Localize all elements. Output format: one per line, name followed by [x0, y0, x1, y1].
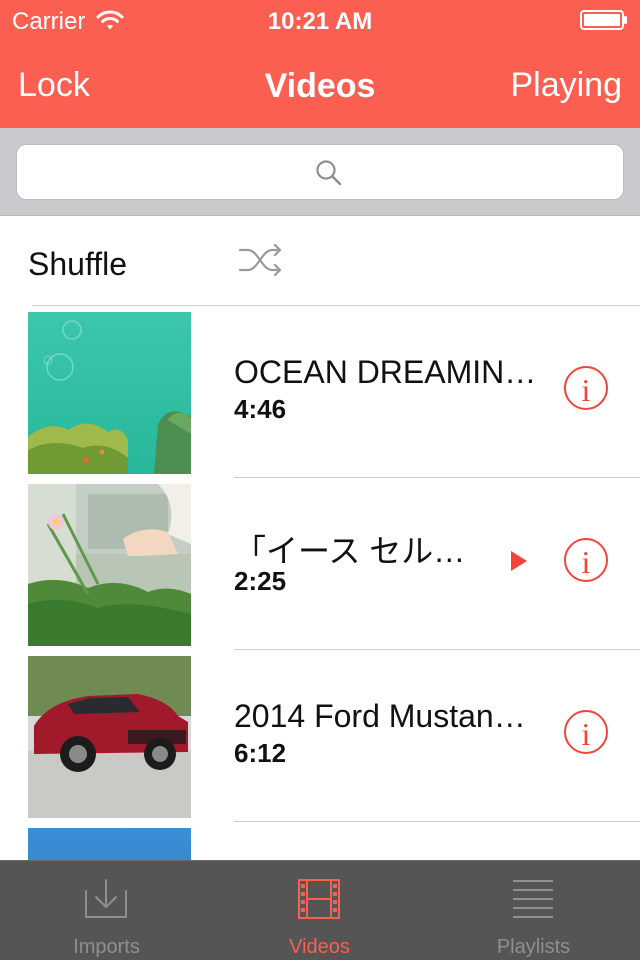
playing-button[interactable]: Playing [510, 66, 622, 105]
status-time: 10:21 AM [267, 8, 373, 35]
ocean-thumbnail [28, 312, 191, 474]
tab-videos[interactable]: Videos [213, 861, 426, 960]
lock-button[interactable]: Lock [18, 66, 90, 105]
shuffle-icon [238, 243, 282, 277]
video-title: 2014 Ford Mustan… [234, 698, 526, 734]
battery-icon [580, 10, 627, 30]
video-duration: 4:46 [234, 394, 287, 424]
status-bar: Carrier 10:21 AM [0, 0, 640, 40]
tab-imports[interactable]: Imports [0, 861, 213, 960]
tab-label: Imports [73, 936, 140, 958]
red-car-thumbnail [28, 656, 191, 818]
tab-bar: Imports Videos Playlists [0, 860, 640, 960]
navigation-bar: Lock Videos Playing [0, 40, 640, 128]
info-button[interactable]: i [564, 710, 608, 754]
video-duration: 6:12 [234, 738, 287, 768]
tab-label: Playlists [496, 936, 571, 958]
tab-label: Videos [289, 936, 350, 958]
list-item[interactable] [0, 822, 640, 860]
video-duration: 2:25 [234, 566, 287, 596]
blue-thumbnail [28, 828, 191, 860]
tab-playlists[interactable]: Playlists [427, 861, 640, 960]
video-title: OCEAN DREAMIN… [234, 354, 537, 390]
video-list: Shuffle OCEAN DREAMIN… 4:46 i 「イース セル… 2… [0, 216, 640, 860]
info-icon: i [581, 544, 591, 580]
list-icon [513, 880, 553, 918]
shuffle-row[interactable]: Shuffle [0, 216, 640, 306]
info-button[interactable]: i [564, 366, 608, 410]
search-input[interactable] [16, 144, 624, 200]
anime-flower-thumbnail [28, 484, 191, 646]
list-item[interactable]: 2014 Ford Mustan… 6:12 i [0, 650, 640, 822]
info-icon: i [581, 716, 591, 752]
now-playing-icon [511, 551, 527, 571]
list-item[interactable]: 「イース セル… 2:25 i [0, 478, 640, 650]
header: Carrier 10:21 AM Lock Videos Playing [0, 0, 640, 128]
shuffle-label: Shuffle [28, 246, 128, 282]
list-item[interactable]: OCEAN DREAMIN… 4:46 i [0, 306, 640, 478]
search-bar [0, 128, 640, 216]
download-tray-icon [85, 879, 127, 918]
search-icon [316, 160, 342, 186]
film-strip-icon [298, 879, 340, 919]
info-icon: i [581, 372, 591, 408]
info-button[interactable]: i [564, 538, 608, 582]
